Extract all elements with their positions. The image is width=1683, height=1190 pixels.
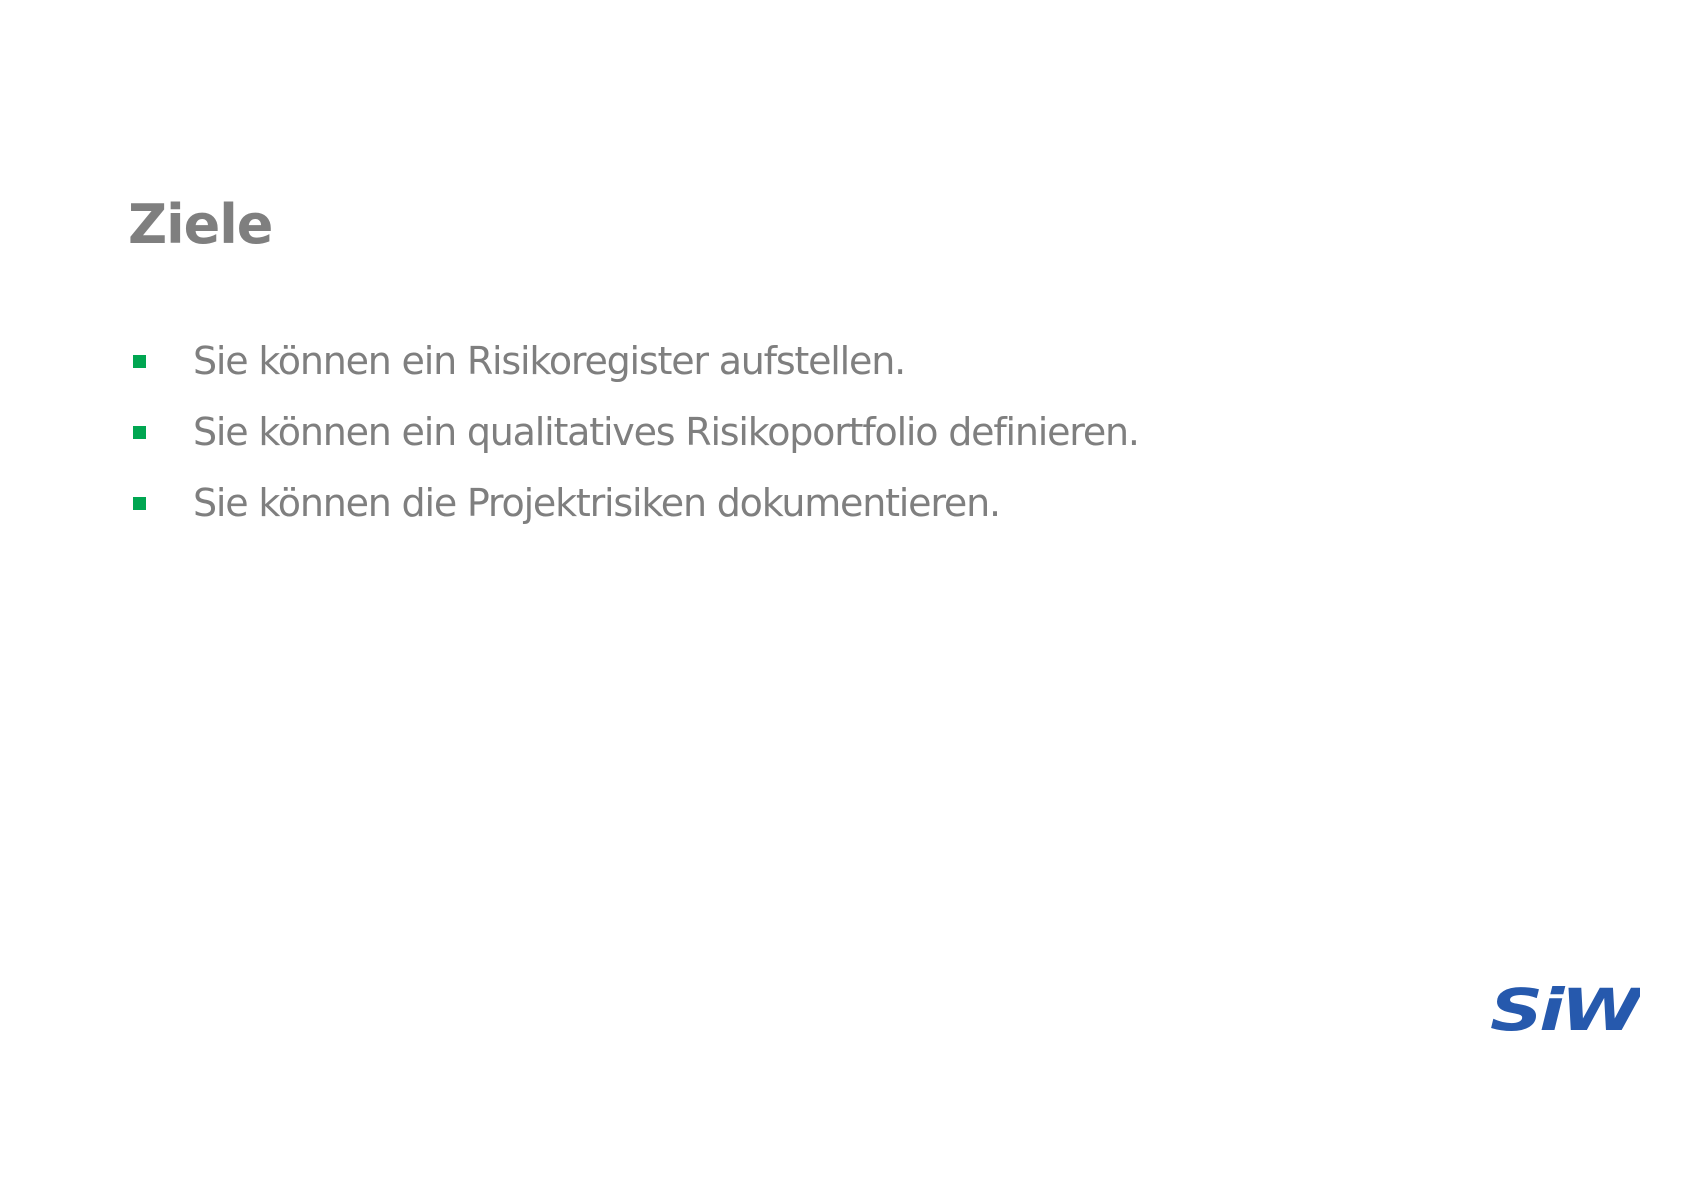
slide-title: Ziele — [128, 193, 273, 256]
slide: Ziele Sie können ein Risikoregister aufs… — [0, 0, 1683, 1190]
green-square-bullet-icon — [133, 355, 146, 368]
green-square-bullet-icon — [133, 497, 146, 510]
list-item-text: Sie können ein Risikoregister aufstellen… — [193, 339, 906, 383]
logo-text: SiW — [1490, 982, 1640, 1032]
green-square-bullet-icon — [133, 426, 146, 439]
list-item-text: Sie können ein qualitatives Risikoportfo… — [193, 410, 1140, 454]
list-item-text: Sie können die Projektrisiken dokumentie… — [193, 481, 1001, 525]
siw-logo-icon: SiW — [1490, 982, 1640, 1032]
